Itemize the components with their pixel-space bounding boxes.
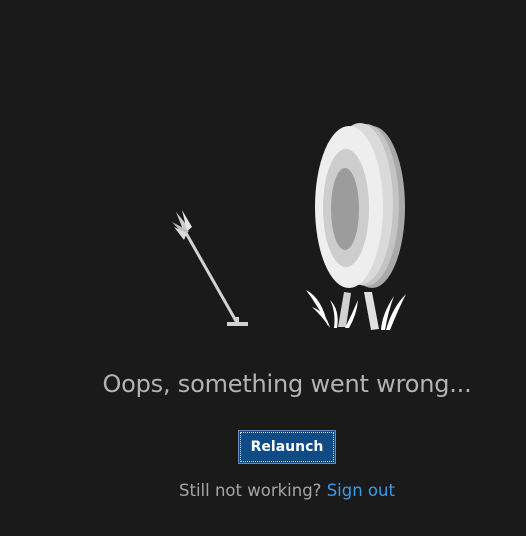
grass-icon xyxy=(306,290,406,330)
error-message: Oops, something went wrong... xyxy=(102,370,472,398)
error-screen: Oops, something went wrong... Relaunch S… xyxy=(0,0,526,536)
relaunch-button[interactable]: Relaunch xyxy=(238,430,336,464)
arrow-icon xyxy=(172,210,248,326)
footer-help: Still not working? Sign out xyxy=(0,481,526,500)
missed-target-illustration xyxy=(172,123,406,330)
target-icon xyxy=(315,123,405,330)
sign-out-link[interactable]: Sign out xyxy=(327,481,395,500)
still-not-working-text: Still not working? xyxy=(179,481,322,500)
